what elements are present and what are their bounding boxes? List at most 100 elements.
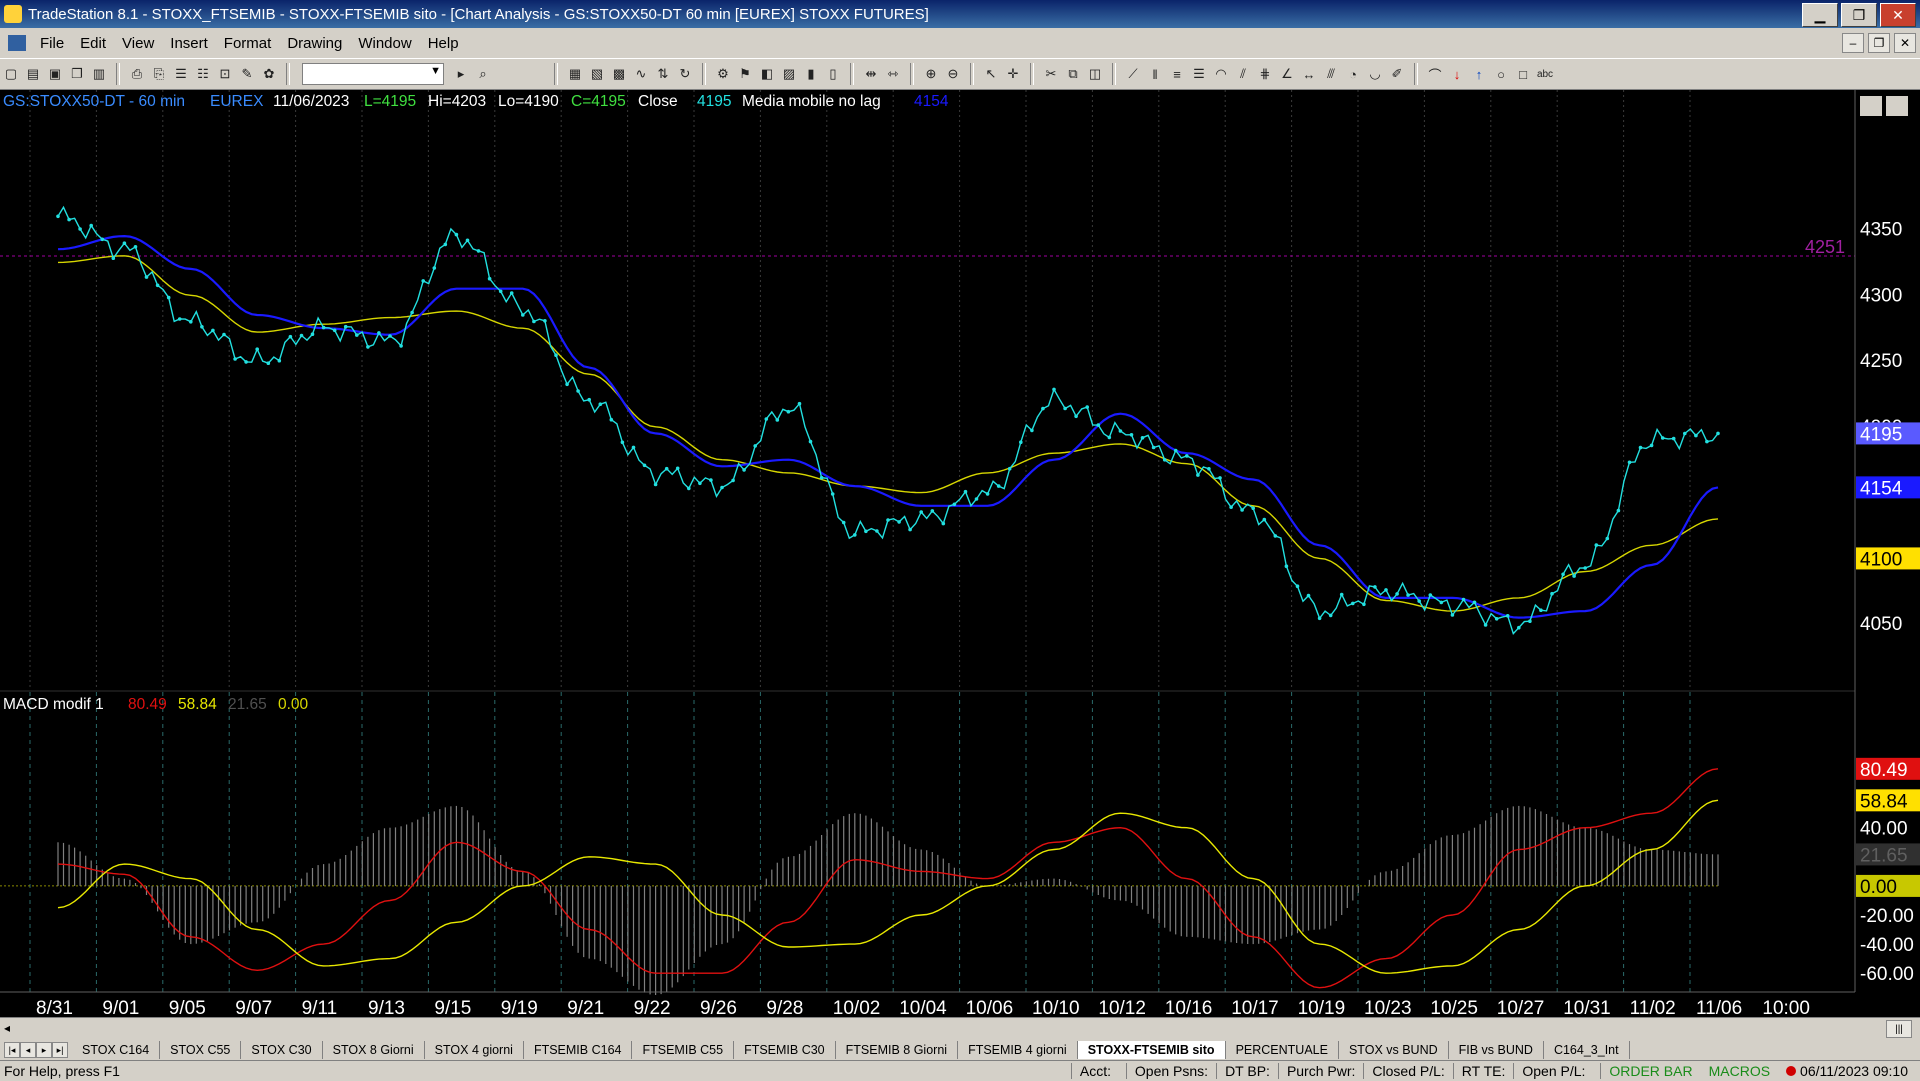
tab-next-icon[interactable]: ▸	[36, 1042, 52, 1058]
speed-icon[interactable]: ◔	[1343, 64, 1363, 84]
chart-canvas[interactable]: 4251 GS:STOXX50-DT - 60 min EUREX 11/06/…	[0, 90, 1920, 1017]
strategy-icon[interactable]: ⚑	[735, 64, 755, 84]
mdi-close-button[interactable]: ✕	[1894, 33, 1916, 53]
menu-format[interactable]: Format	[216, 35, 280, 52]
menu-insert[interactable]: Insert	[162, 35, 216, 52]
menu-file[interactable]: File	[32, 35, 72, 52]
sessions-icon[interactable]: ▯	[823, 64, 843, 84]
folder-icon[interactable]: ▥	[89, 64, 109, 84]
arrow-down-icon[interactable]: ↓	[1447, 64, 1467, 84]
tools-icon[interactable]: ✂	[1041, 64, 1061, 84]
zoom-expand-icon[interactable]: ⇹	[861, 64, 881, 84]
tab-0[interactable]: STOX C164	[72, 1041, 161, 1059]
tab-12[interactable]: STOX vs BUND	[1339, 1041, 1449, 1059]
cycle-icon[interactable]: ◡	[1365, 64, 1385, 84]
tab-last-icon[interactable]: ▸|	[52, 1042, 68, 1058]
mdi-minimize-button[interactable]: –	[1842, 33, 1864, 53]
print-preview-icon[interactable]: ⎘	[149, 64, 169, 84]
zoom-compress-icon[interactable]: ⇿	[883, 64, 903, 84]
tab-4[interactable]: STOX 4 giorni	[425, 1041, 524, 1059]
chart-analysis-window[interactable]: 4251 GS:STOXX50-DT - 60 min EUREX 11/06/…	[0, 90, 1920, 1017]
tab-11[interactable]: PERCENTUALE	[1226, 1041, 1339, 1059]
fib-icon[interactable]: ☰	[1189, 64, 1209, 84]
refresh-icon[interactable]: ↻	[675, 64, 695, 84]
tab-14[interactable]: C164_3_Int	[1544, 1041, 1630, 1059]
tab-prev-icon[interactable]: ◂	[20, 1042, 36, 1058]
arc-icon[interactable]: ◠	[1211, 64, 1231, 84]
zoom-out-icon[interactable]: ⊖	[943, 64, 963, 84]
menu-edit[interactable]: Edit	[72, 35, 114, 52]
link-icon[interactable]: ☰	[171, 64, 191, 84]
tab-1[interactable]: STOX C55	[160, 1041, 242, 1059]
draw-icon[interactable]: ✎	[237, 64, 257, 84]
pane-minimize-button[interactable]	[1860, 96, 1882, 116]
vertical-lines-icon[interactable]: ‖	[1145, 64, 1165, 84]
window-tile-icon[interactable]: ⧉	[1063, 64, 1083, 84]
menu-help[interactable]: Help	[420, 35, 467, 52]
toolbar-separator	[116, 63, 120, 85]
save-icon[interactable]: ▣	[45, 64, 65, 84]
menu-view[interactable]: View	[114, 35, 162, 52]
tab-2[interactable]: STOX C30	[241, 1041, 323, 1059]
order-bar-button[interactable]: ORDER BAR	[1600, 1063, 1700, 1079]
horizontal-lines-icon[interactable]: ≡	[1167, 64, 1187, 84]
copy-icon[interactable]: ❐	[67, 64, 87, 84]
tab-first-icon[interactable]: |◂	[4, 1042, 20, 1058]
pen-icon[interactable]: ✐	[1387, 64, 1407, 84]
palette-icon[interactable]: ✿	[259, 64, 279, 84]
tab-7[interactable]: FTSEMIB C30	[734, 1041, 836, 1059]
pointer-icon[interactable]: ↖	[981, 64, 1001, 84]
tab-13[interactable]: FIB vs BUND	[1449, 1041, 1544, 1059]
tab-9[interactable]: FTSEMIB 4 giorni	[958, 1041, 1078, 1059]
menu-drawing[interactable]: Drawing	[279, 35, 350, 52]
scroll-left-icon[interactable]: ◂	[4, 1021, 10, 1035]
gann-icon[interactable]: ⋕	[1255, 64, 1275, 84]
play-icon[interactable]: ▸	[451, 64, 471, 84]
arrow-up-icon[interactable]: ↑	[1469, 64, 1489, 84]
menu-window[interactable]: Window	[350, 35, 419, 52]
tab-6[interactable]: FTSEMIB C55	[632, 1041, 735, 1059]
tab-3[interactable]: STOX 8 Giorni	[323, 1041, 425, 1059]
price-point	[875, 529, 879, 533]
macros-button[interactable]: MACROS	[1701, 1063, 1778, 1079]
print-icon[interactable]: ⎙	[127, 64, 147, 84]
table-icon[interactable]: ▩	[609, 64, 629, 84]
bars-icon[interactable]: ▮	[801, 64, 821, 84]
channel-icon[interactable]: ⫽	[1233, 64, 1253, 84]
open-icon[interactable]: ▤	[23, 64, 43, 84]
chart-window-icon[interactable]	[8, 35, 26, 51]
angle-icon[interactable]: ∠	[1277, 64, 1297, 84]
tab-10[interactable]: STOXX-FTSEMIB sito	[1077, 1041, 1226, 1059]
ellipse-icon[interactable]: ○	[1491, 64, 1511, 84]
restore-button[interactable]: ❐	[1841, 3, 1877, 27]
symbol-combo[interactable]: ▼	[302, 63, 444, 85]
mdi-restore-button[interactable]: ❐	[1868, 33, 1890, 53]
crosshair-icon[interactable]: ✛	[1003, 64, 1023, 84]
tab-5[interactable]: FTSEMIB C164	[524, 1041, 633, 1059]
close-button[interactable]: ✕	[1880, 3, 1916, 27]
curve-icon[interactable]: ⌒	[1425, 64, 1445, 84]
tab-8[interactable]: FTSEMIB 8 Giorni	[836, 1041, 959, 1059]
link2-icon[interactable]: ☷	[193, 64, 213, 84]
lock-icon[interactable]: ⊡	[215, 64, 235, 84]
pane-restore-button[interactable]	[1886, 96, 1908, 116]
zoom-in-icon[interactable]: ⊕	[921, 64, 941, 84]
data-icon[interactable]: ▨	[779, 64, 799, 84]
scale-icon[interactable]: ⇅	[653, 64, 673, 84]
indicator-icon[interactable]: ⚙	[713, 64, 733, 84]
new-icon[interactable]: ▢	[1, 64, 21, 84]
rectangle-icon[interactable]: □	[1513, 64, 1533, 84]
window-icon[interactable]: ◫	[1085, 64, 1105, 84]
candle-icon[interactable]: ▧	[587, 64, 607, 84]
arrow-both-icon[interactable]: ↔	[1299, 64, 1319, 84]
wave-icon[interactable]: ∿	[631, 64, 651, 84]
text-tool-icon[interactable]: abc	[1535, 64, 1555, 84]
bar-chart-icon[interactable]: ▦	[565, 64, 585, 84]
trendline-icon[interactable]: ⟋	[1123, 64, 1143, 84]
scroll-handle-icon[interactable]: |||	[1886, 1020, 1912, 1038]
format-icon[interactable]: ◧	[757, 64, 777, 84]
find-icon[interactable]: ⌕	[473, 64, 493, 84]
parallel-icon[interactable]: ⫻	[1321, 64, 1341, 84]
minimize-button[interactable]: ▁	[1802, 3, 1838, 27]
horizontal-scrollbar[interactable]: ◂ |||	[0, 1017, 1920, 1040]
